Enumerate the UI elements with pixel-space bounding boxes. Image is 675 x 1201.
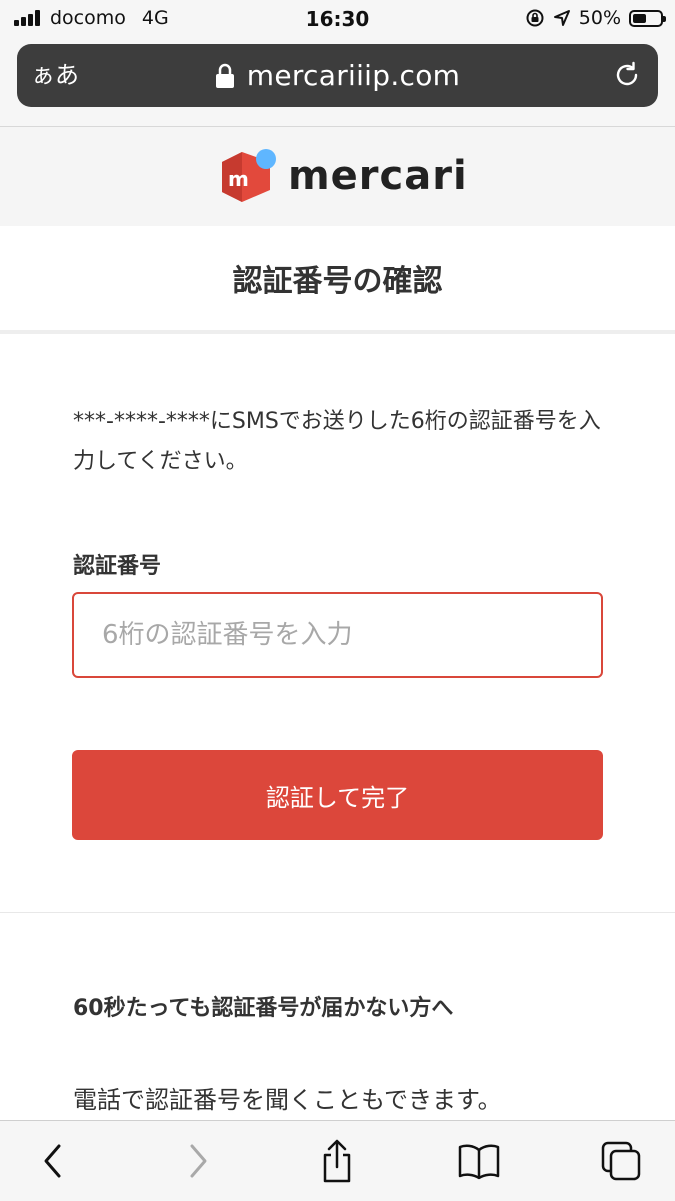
share-button[interactable] (315, 1139, 359, 1183)
mercari-logo-icon: m (222, 149, 276, 202)
verification-code-input[interactable] (72, 592, 603, 678)
svg-text:m: m (228, 167, 249, 191)
battery-percent: 50% (578, 7, 621, 29)
tabs-button[interactable] (599, 1139, 643, 1183)
bookmarks-icon (458, 1144, 500, 1180)
location-icon (553, 10, 570, 26)
logo-text: mercari (288, 153, 468, 199)
battery-level (633, 13, 646, 23)
url-text: mercariiip.com (246, 59, 461, 92)
browser-address-area: ぁあ mercariiip.com (0, 38, 675, 127)
lock-icon (215, 63, 234, 88)
forward-button[interactable] (176, 1139, 220, 1183)
bookmarks-button[interactable] (457, 1139, 501, 1183)
status-right: 50% (517, 6, 666, 30)
help-text: 電話で認証番号を聞くこともできます。 (73, 1086, 502, 1114)
sms-description: ***-****-****にSMSでお送りした6桁の認証番号を入力してください。 (73, 409, 601, 474)
share-icon (323, 1139, 351, 1183)
back-button[interactable] (31, 1139, 75, 1183)
url-display[interactable]: mercariiip.com (17, 44, 658, 107)
code-field-label: 認証番号 (73, 554, 162, 579)
page-title: 認証番号の確認 (232, 264, 443, 299)
status-bar: docomo 4G 16:30 50% (0, 0, 675, 38)
browser-toolbar (0, 1120, 675, 1201)
rotation-lock-icon (526, 9, 544, 27)
logo-dot (256, 149, 276, 169)
page-title-area: 認証番号の確認 (0, 226, 675, 334)
section-divider (0, 912, 675, 913)
mercari-logo[interactable]: m mercari (220, 148, 468, 204)
reload-icon[interactable] (612, 60, 642, 90)
chevron-right-icon (190, 1144, 207, 1178)
help-heading: 60秒たっても認証番号が届かない方へ (73, 996, 454, 1021)
address-bar[interactable]: ぁあ mercariiip.com (17, 44, 658, 107)
tabs-icon (601, 1141, 641, 1181)
site-header: m mercari (0, 127, 675, 226)
chevron-left-icon (44, 1144, 61, 1178)
verify-submit-button[interactable]: 認証して完了 (72, 750, 603, 840)
battery-icon (629, 9, 666, 27)
